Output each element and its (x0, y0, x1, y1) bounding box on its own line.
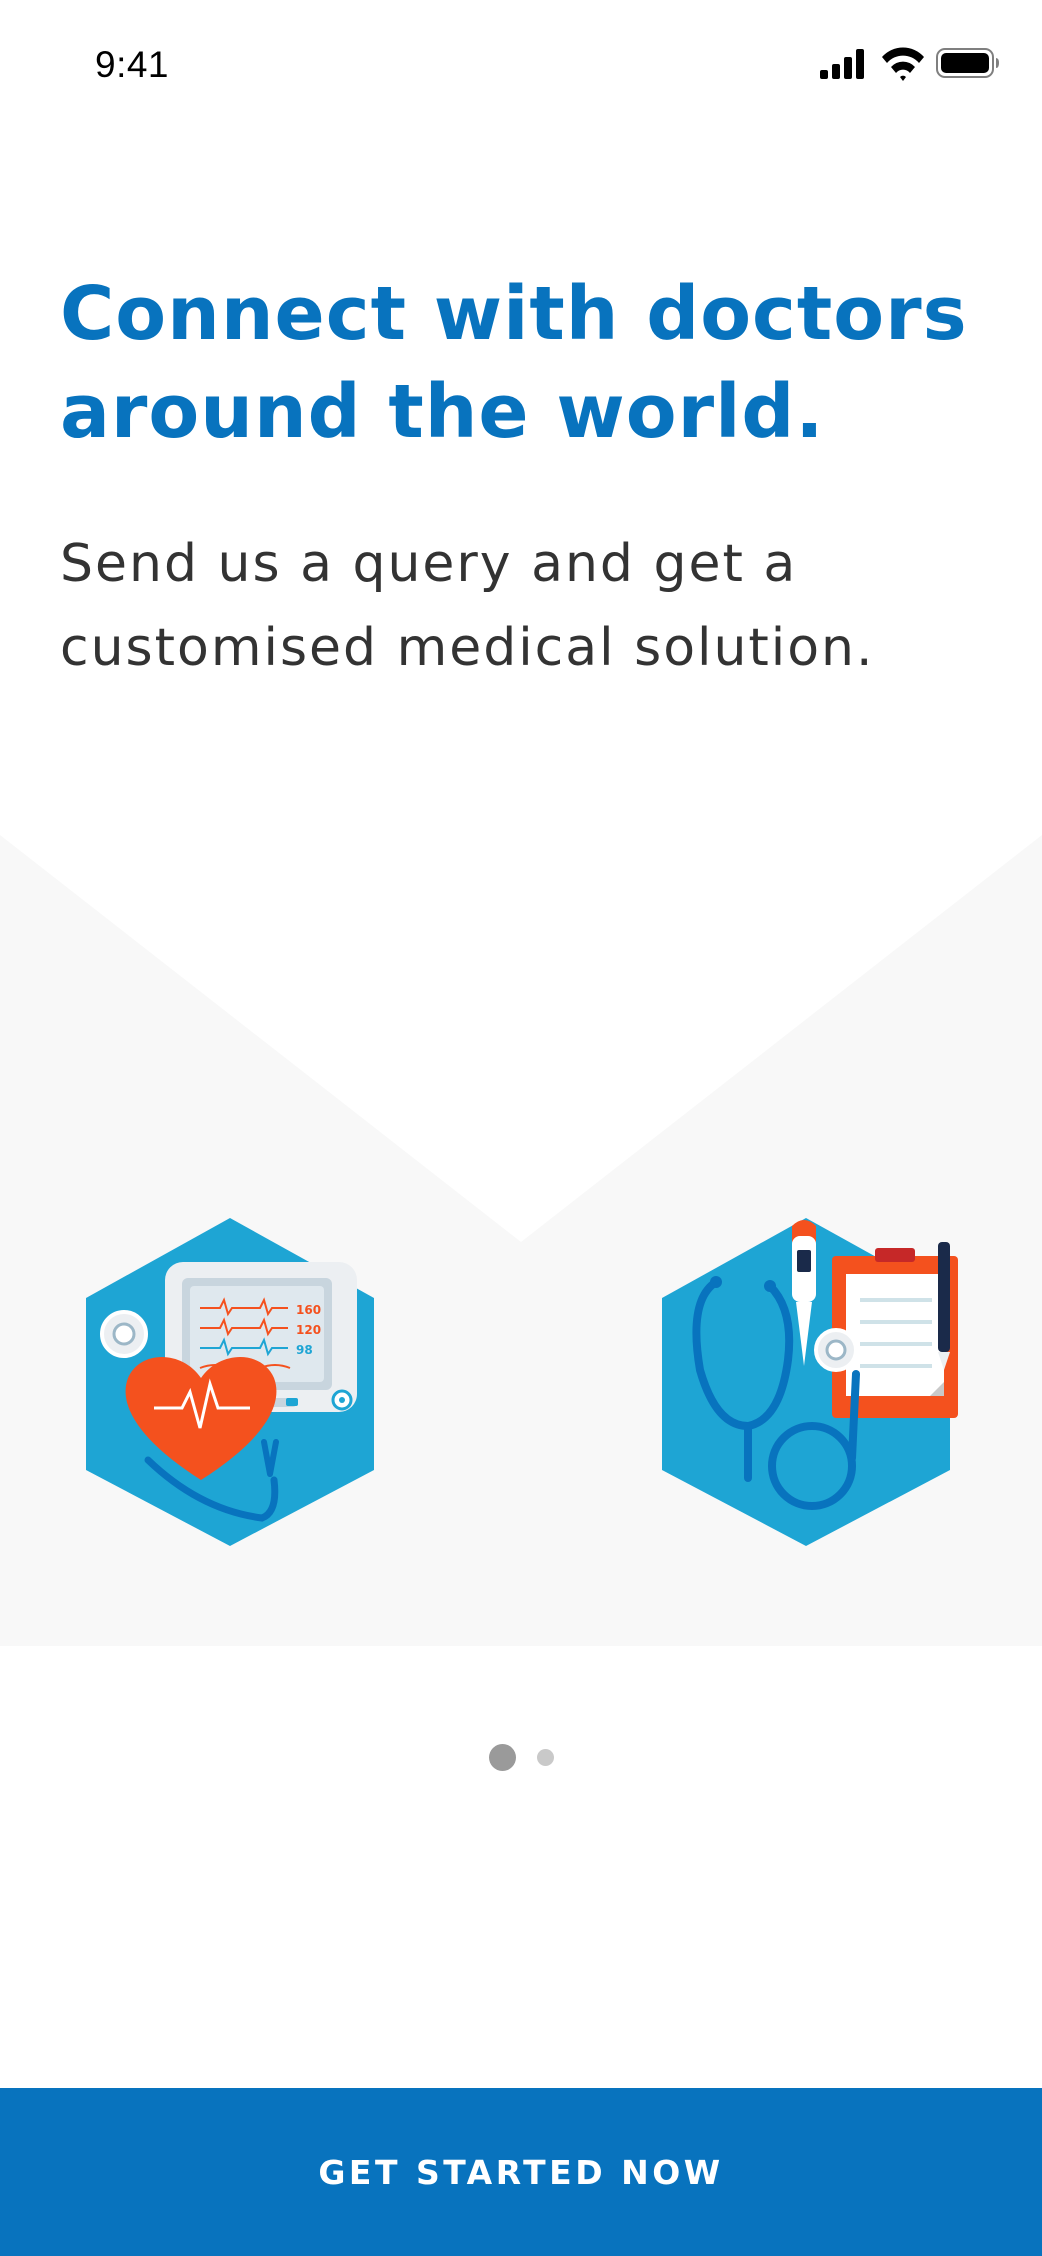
illustration-area: 160 120 98 (0, 835, 1042, 1646)
subheadline: Send us a query and get a customised med… (60, 534, 875, 678)
status-icons (820, 47, 999, 81)
get-started-label: GET STARTED NOW (318, 2152, 724, 2192)
get-started-button[interactable]: GET STARTED NOW (0, 2088, 1042, 2256)
page-indicator (0, 1740, 1042, 1774)
status-bar: 9:41 (0, 0, 1042, 130)
headline: Connect with doctors around the world. (60, 271, 968, 455)
page-dot-2[interactable] (536, 1748, 554, 1766)
page-dot-1[interactable] (488, 1743, 516, 1771)
pen-icon (938, 1242, 950, 1370)
monitor-reading-2: 120 (296, 1323, 321, 1337)
wifi-icon (882, 47, 924, 81)
cellular-signal-icon (820, 49, 864, 79)
background-panel (0, 835, 1042, 1646)
status-time: 9:41 (95, 44, 170, 85)
monitor-reading-3: 98 (296, 1343, 313, 1357)
battery-icon (936, 48, 999, 78)
monitor-reading-1: 160 (296, 1303, 321, 1317)
